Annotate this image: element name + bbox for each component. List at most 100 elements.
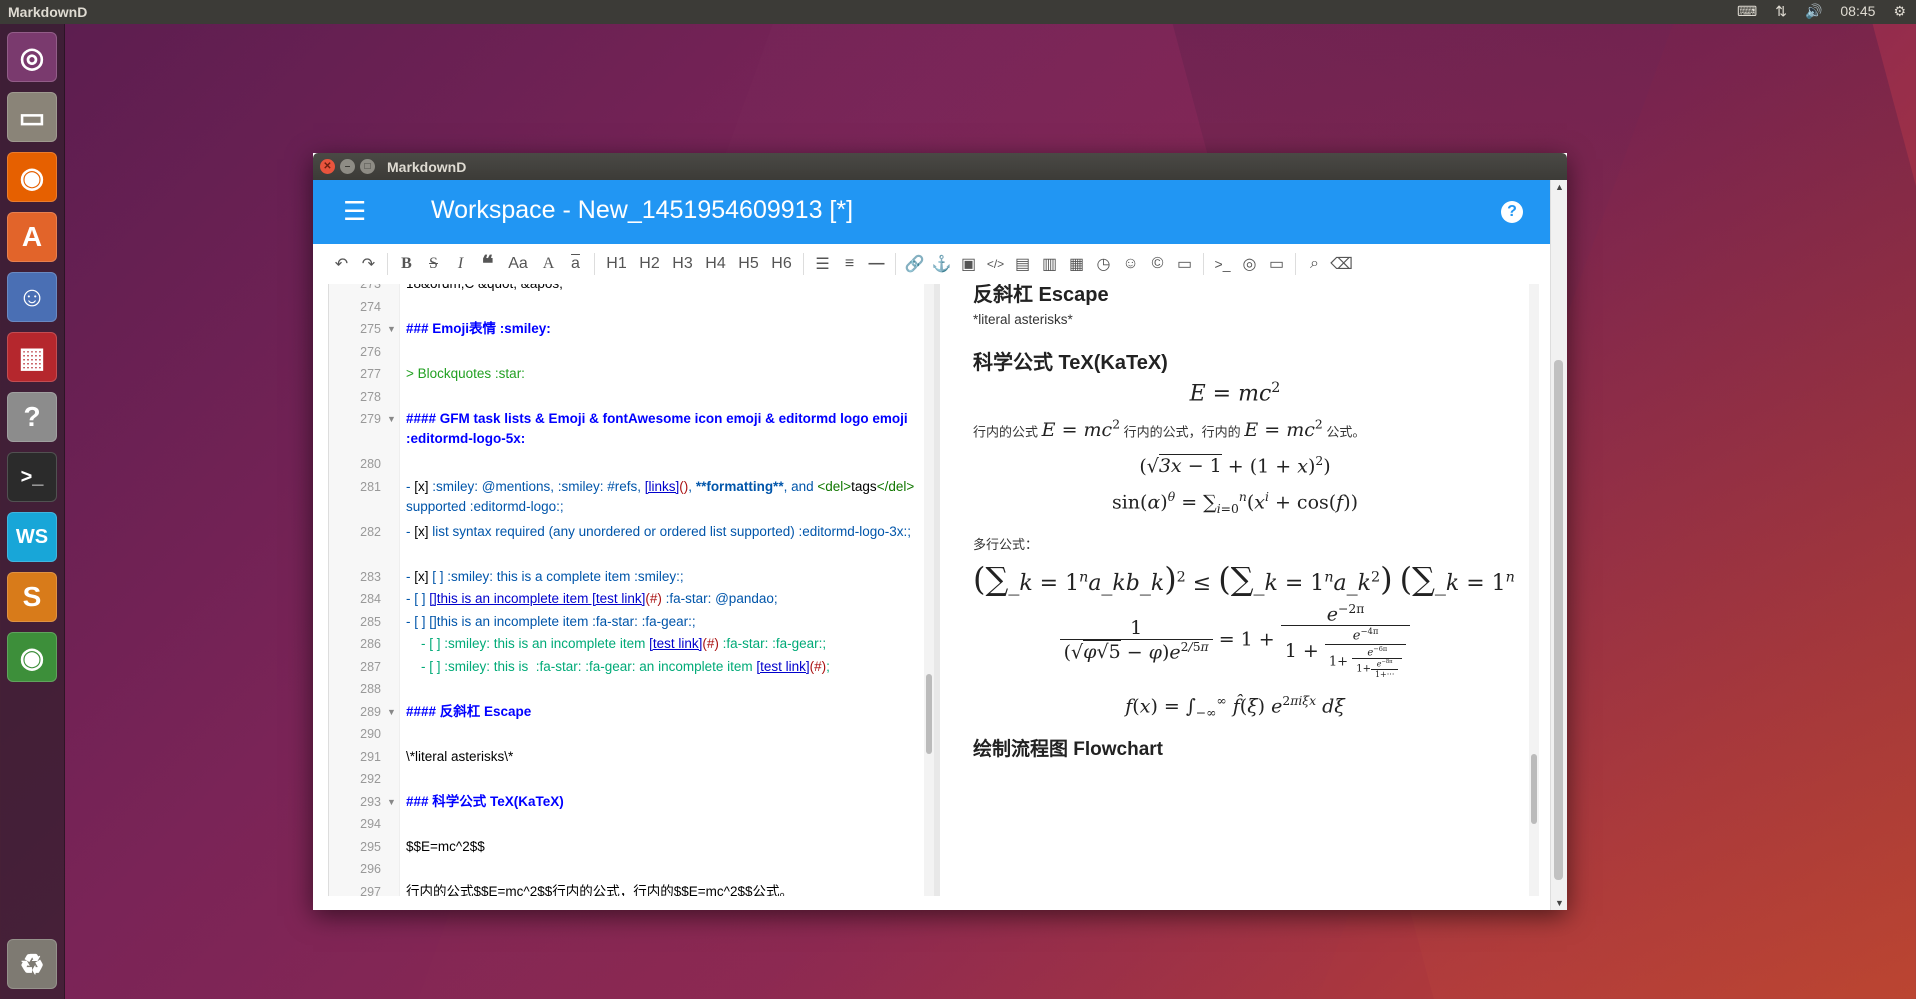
watch-toggle-icon[interactable]: >_ bbox=[1209, 250, 1236, 278]
preview-multiline-label: 多行公式： bbox=[973, 537, 1039, 552]
toolbar-divider bbox=[1295, 253, 1296, 275]
terminal-glyph: >_ bbox=[20, 465, 44, 488]
launcher-dash-icon[interactable]: ◎ bbox=[7, 32, 57, 82]
line-number: 294 bbox=[360, 817, 381, 831]
window-maximize-button[interactable]: □ bbox=[360, 159, 375, 174]
power-icon[interactable]: ⚙ bbox=[1893, 3, 1906, 20]
editor-scrollbar-thumb[interactable] bbox=[926, 674, 932, 754]
window-minimize-button[interactable]: – bbox=[340, 159, 355, 174]
line-number: 295 bbox=[360, 839, 381, 854]
line-number: 281 bbox=[360, 479, 381, 494]
lowercase-icon[interactable]: a bbox=[562, 250, 589, 278]
launcher-webstorm-icon[interactable]: WS bbox=[7, 512, 57, 562]
h5-button[interactable]: H5 bbox=[732, 250, 765, 278]
launcher-firefox-icon[interactable]: ◉ bbox=[7, 152, 57, 202]
launcher-chrome-icon[interactable]: ◉ bbox=[7, 632, 57, 682]
search-icon[interactable]: ⌕ bbox=[1301, 250, 1328, 278]
launcher-terminal-icon[interactable]: >_ bbox=[7, 452, 57, 502]
line-code: > Blockquotes :star: bbox=[406, 366, 525, 381]
window-titlebar[interactable]: ✕ – □ MarkdownD bbox=[313, 153, 1567, 180]
clock[interactable]: 08:45 bbox=[1840, 3, 1875, 20]
markdownd-window: ✕ – □ MarkdownD ☰ Workspace - New_145195… bbox=[313, 153, 1567, 910]
bold-icon[interactable]: B bbox=[393, 250, 420, 278]
link-icon[interactable]: 🔗 bbox=[901, 250, 928, 278]
strikethrough-icon[interactable]: S bbox=[420, 250, 447, 278]
window-scrollbar-thumb[interactable] bbox=[1554, 360, 1563, 880]
emoji-icon[interactable]: ☺ bbox=[1117, 250, 1144, 278]
clear-icon[interactable]: ⌫ bbox=[1328, 250, 1355, 278]
line-number: 286 bbox=[360, 637, 381, 651]
window-title: MarkdownD bbox=[387, 159, 467, 175]
network-icon[interactable]: ⇅ bbox=[1775, 3, 1787, 20]
line-code: 行内的公式$$E=mc^2$$行内的公式，行内的$$E=mc^2$$公式。 bbox=[406, 883, 794, 897]
code-icon[interactable]: </> bbox=[982, 250, 1009, 278]
html-entities-icon[interactable]: © bbox=[1144, 250, 1171, 278]
pidgin-glyph: ☺ bbox=[17, 281, 47, 312]
math-sin-expression: sin(α)θ = ∑i=0n(xi + cos(f)) bbox=[1111, 490, 1359, 517]
editor-toolbar: ↶ ↷ B S I ❝ Aa A a H1 H2 H3 H4 H5 H6 ☰ ≡… bbox=[328, 244, 1538, 285]
scroll-up-icon[interactable]: ▲ bbox=[1555, 182, 1564, 192]
fold-marker-icon[interactable]: ▼ bbox=[387, 702, 396, 722]
h6-button[interactable]: H6 bbox=[765, 250, 798, 278]
preview-scrollbar-thumb[interactable] bbox=[1531, 754, 1537, 824]
italic-icon[interactable]: I bbox=[447, 250, 474, 278]
preview-icon[interactable]: ▭ bbox=[1263, 250, 1290, 278]
launcher-help-icon[interactable]: ? bbox=[7, 392, 57, 442]
keyboard-icon[interactable]: ⌨ bbox=[1737, 3, 1757, 20]
ordered-list-icon[interactable]: ≡ bbox=[836, 250, 863, 278]
line-code: - [ ] :smiley: this is an incomplete ite… bbox=[406, 636, 827, 651]
line-number: 274 bbox=[360, 299, 381, 314]
undo-icon[interactable]: ↶ bbox=[328, 250, 355, 278]
markdown-editor[interactable]: 273 18&ordm;C &quot; &apos; 274 275 ▼ ### Emo… bbox=[328, 284, 929, 896]
toolbar-divider bbox=[803, 253, 804, 275]
launcher: ◎ ▭ ◉ A ☺ ▦? >_ WS S ◉ ♻ bbox=[0, 24, 65, 999]
uppercase-icon[interactable]: A bbox=[535, 250, 562, 278]
preview-scrollbar[interactable] bbox=[1529, 284, 1539, 896]
launcher-sublime-icon[interactable]: S bbox=[7, 572, 57, 622]
image-icon[interactable]: ▣ bbox=[955, 250, 982, 278]
launcher-trash-icon[interactable]: ♻ bbox=[7, 939, 57, 989]
preformatted-code-icon[interactable]: ▤ bbox=[1009, 250, 1036, 278]
trash-glyph: ♻ bbox=[19, 948, 45, 980]
preview-tex-heading: 科学公式 TeX(KaTeX) bbox=[973, 352, 1168, 374]
volume-icon[interactable]: 🔊 bbox=[1805, 3, 1822, 20]
window-scrollbar[interactable]: ▲ ▼ bbox=[1550, 180, 1567, 910]
quote-icon[interactable]: ❝ bbox=[474, 250, 501, 278]
fold-marker-icon[interactable]: ▼ bbox=[387, 792, 396, 812]
h2-button[interactable]: H2 bbox=[633, 250, 666, 278]
line-number: 291 bbox=[360, 749, 381, 764]
help-icon[interactable]: ? bbox=[1501, 201, 1523, 223]
h3-button[interactable]: H3 bbox=[666, 250, 699, 278]
line-code: - [ ] :smiley: this is :fa-star: :fa-gea… bbox=[406, 658, 830, 674]
anchor-icon[interactable]: ⚓ bbox=[928, 250, 955, 278]
line-code: \*literal asterisks\* bbox=[406, 748, 514, 764]
redo-icon[interactable]: ↷ bbox=[355, 250, 382, 278]
line-number: 287 bbox=[360, 659, 381, 674]
h1-button[interactable]: H1 bbox=[600, 250, 633, 278]
fold-marker-icon[interactable]: ▼ bbox=[387, 319, 396, 339]
scroll-down-icon[interactable]: ▼ bbox=[1555, 898, 1564, 908]
app-header: ☰ Workspace - New_1451954609913 [*] ? bbox=[313, 180, 1551, 244]
table-icon[interactable]: ▦ bbox=[1063, 250, 1090, 278]
launcher-workspaces-icon[interactable]: ▦ bbox=[7, 332, 57, 382]
launcher-files-icon[interactable]: ▭ bbox=[7, 92, 57, 142]
webstorm-glyph: WS bbox=[15, 525, 49, 548]
line-code: #### GFM task lists & Emoji & fontAwesom… bbox=[406, 411, 908, 446]
code-block-icon[interactable]: ▥ bbox=[1036, 250, 1063, 278]
line-code: ### 科学公式 TeX(KaTeX) bbox=[406, 793, 564, 809]
unordered-list-icon[interactable]: ☰ bbox=[809, 250, 836, 278]
line-number: 293 bbox=[360, 794, 381, 809]
h4-button[interactable]: H4 bbox=[699, 250, 732, 278]
pagebreak-icon[interactable]: ▭ bbox=[1171, 250, 1198, 278]
window-close-button[interactable]: ✕ bbox=[320, 159, 335, 174]
editor-scrollbar[interactable] bbox=[924, 284, 934, 896]
launcher-software-center-icon[interactable]: A bbox=[7, 212, 57, 262]
fold-marker-icon[interactable]: ▼ bbox=[387, 409, 396, 429]
uppercase-first-icon[interactable]: Aa bbox=[501, 250, 535, 278]
launcher-pidgin-icon[interactable]: ☺ bbox=[7, 272, 57, 322]
unwatch-icon[interactable]: ◎ bbox=[1236, 250, 1263, 278]
inline-suffix-text: 公式。 bbox=[1326, 424, 1366, 440]
horizontal-rule-icon[interactable]: — bbox=[863, 250, 890, 278]
datetime-icon[interactable]: ◷ bbox=[1090, 250, 1117, 278]
hamburger-menu-icon[interactable]: ☰ bbox=[343, 198, 371, 226]
